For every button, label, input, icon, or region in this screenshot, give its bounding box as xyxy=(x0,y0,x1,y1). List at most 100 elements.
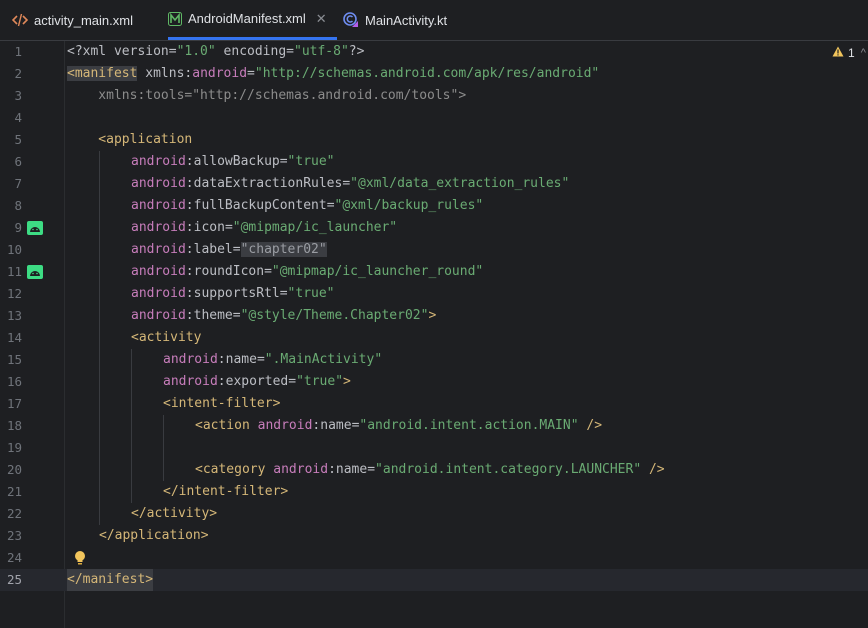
editor-tab-bar: activity_main.xml AndroidManifest.xml ✕ … xyxy=(0,0,868,41)
attr-name: name xyxy=(225,352,257,367)
equals: = xyxy=(288,374,297,389)
code-line[interactable]: 13 android:theme="@style/Theme.Chapter02… xyxy=(0,305,868,327)
code-line[interactable]: 7 android:dataExtractionRules="@xml/data… xyxy=(0,173,868,195)
line-number: 15 xyxy=(6,352,22,367)
attr-name: xmlns: xyxy=(137,66,193,81)
line-number: 2 xyxy=(14,66,22,81)
code-line[interactable]: 11 android:roundIcon="@mipmap/ic_launche… xyxy=(0,261,868,283)
attr-value: "1.0" xyxy=(176,44,216,59)
tab-activity-main[interactable]: activity_main.xml xyxy=(12,0,133,40)
equals: = xyxy=(247,66,255,81)
code-line[interactable]: 12 android:supportsRtl="true" xyxy=(0,283,868,305)
attr-value: "true" xyxy=(287,286,335,301)
line-number: 7 xyxy=(14,176,22,191)
xml-layout-icon xyxy=(12,13,28,27)
code-line[interactable]: 3 xmlns:tools="http://schemas.android.co… xyxy=(0,85,868,107)
code-line[interactable]: 1 <?xml version="1.0" encoding="utf-8"?> xyxy=(0,41,868,63)
code-line[interactable]: 8 android:fullBackupContent="@xml/backup… xyxy=(0,195,868,217)
namespace: android xyxy=(257,418,313,433)
colon: : xyxy=(185,286,194,301)
code-line[interactable]: 20 <category android:name="android.inten… xyxy=(0,459,868,481)
code-line[interactable]: 15 android:name=".MainActivity" xyxy=(0,349,868,371)
kotlin-class-icon xyxy=(343,12,359,28)
equals: = xyxy=(232,308,241,323)
code-line[interactable]: 2 <manifest xmlns:android="http://schema… xyxy=(0,63,868,85)
namespace: android xyxy=(131,220,186,235)
code-line[interactable]: 16 android:exported="true"> xyxy=(0,371,868,393)
namespace: android xyxy=(131,308,186,323)
attr-value: "http://schemas.android.com/apk/res/andr… xyxy=(254,66,600,81)
android-icon[interactable] xyxy=(27,221,43,235)
colon: : xyxy=(185,242,194,257)
equals: = xyxy=(224,220,233,235)
code-line-current[interactable]: 25 </manifest> xyxy=(0,569,868,591)
tab-label: activity_main.xml xyxy=(34,12,133,28)
tag-category: <category xyxy=(195,462,274,477)
line-number: 13 xyxy=(6,308,22,323)
tag-close-bracket: > xyxy=(428,308,437,323)
code-line[interactable]: 18 <action android:name="android.intent.… xyxy=(0,415,868,437)
line-number: 10 xyxy=(6,242,22,257)
attr-value-hardcoded-string: "chapter02" xyxy=(240,242,327,257)
attr-value: "@mipmap/ic_launcher" xyxy=(232,220,398,235)
line-number: 11 xyxy=(6,264,22,279)
line-number: 17 xyxy=(6,396,22,411)
tag-action: <action xyxy=(195,418,258,433)
xml-declaration: encoding= xyxy=(215,44,294,59)
line-number: 20 xyxy=(6,462,22,477)
tag-activity-open: <activity xyxy=(131,330,202,345)
attr-name: fullBackupContent xyxy=(193,198,327,213)
code-line[interactable]: 19 xyxy=(0,437,868,459)
line-number: 21 xyxy=(6,484,22,499)
line-number: 1 xyxy=(14,44,22,59)
line-number: 16 xyxy=(6,374,22,389)
tab-main-activity[interactable]: MainActivity.kt xyxy=(343,0,447,40)
line-number: 23 xyxy=(6,528,22,543)
xml-declaration: ?> xyxy=(348,44,365,59)
code-line[interactable]: 5 <application xyxy=(0,129,868,151)
equals: = xyxy=(326,198,335,213)
code-line[interactable]: 22 </activity> xyxy=(0,503,868,525)
attr-name: name xyxy=(320,418,352,433)
namespace: android xyxy=(163,374,218,389)
namespace: android xyxy=(163,352,218,367)
code-line[interactable]: 24 xyxy=(0,547,868,569)
namespace: android xyxy=(131,176,186,191)
equals: = xyxy=(232,242,241,257)
colon: : xyxy=(185,264,194,279)
attr-name: roundIcon xyxy=(193,264,265,279)
attr-name: exported xyxy=(225,374,289,389)
colon: : xyxy=(185,154,194,169)
code-line[interactable]: 10 android:label="chapter02" xyxy=(0,239,868,261)
attr-name: name xyxy=(335,462,368,477)
equals: = xyxy=(256,352,265,367)
line-number: 4 xyxy=(14,110,22,125)
namespace: android xyxy=(131,264,186,279)
close-tab-icon[interactable]: ✕ xyxy=(316,11,327,27)
namespace: android xyxy=(273,462,329,477)
colon: : xyxy=(185,198,194,213)
code-line[interactable]: 14 <activity xyxy=(0,327,868,349)
code-line[interactable]: 21 </intent-filter> xyxy=(0,481,868,503)
tab-android-manifest[interactable]: AndroidManifest.xml ✕ xyxy=(168,0,337,40)
attr-name: label xyxy=(193,242,233,257)
android-icon[interactable] xyxy=(27,265,43,279)
code-line[interactable]: 4 xyxy=(0,107,868,129)
colon: : xyxy=(217,352,226,367)
xml-declaration: <?xml version= xyxy=(67,44,177,59)
equals: = xyxy=(279,154,288,169)
colon: : xyxy=(185,176,194,191)
tag-intent-filter-open: <intent-filter> xyxy=(163,396,281,411)
attr-name: supportsRtl xyxy=(193,286,280,301)
line-number: 9 xyxy=(14,220,22,235)
attr-value: "true" xyxy=(296,374,344,389)
code-line[interactable]: 6 android:allowBackup="true" xyxy=(0,151,868,173)
namespace: android xyxy=(131,154,186,169)
code-line[interactable]: 17 <intent-filter> xyxy=(0,393,868,415)
code-line[interactable]: 23 </application> xyxy=(0,525,868,547)
tag-application-open: <application xyxy=(67,132,193,147)
code-line[interactable]: 9 android:icon="@mipmap/ic_launcher" xyxy=(0,217,868,239)
tag-manifest-close: </manifest> xyxy=(67,569,154,591)
line-number: 14 xyxy=(6,330,22,345)
equals: = xyxy=(279,286,288,301)
